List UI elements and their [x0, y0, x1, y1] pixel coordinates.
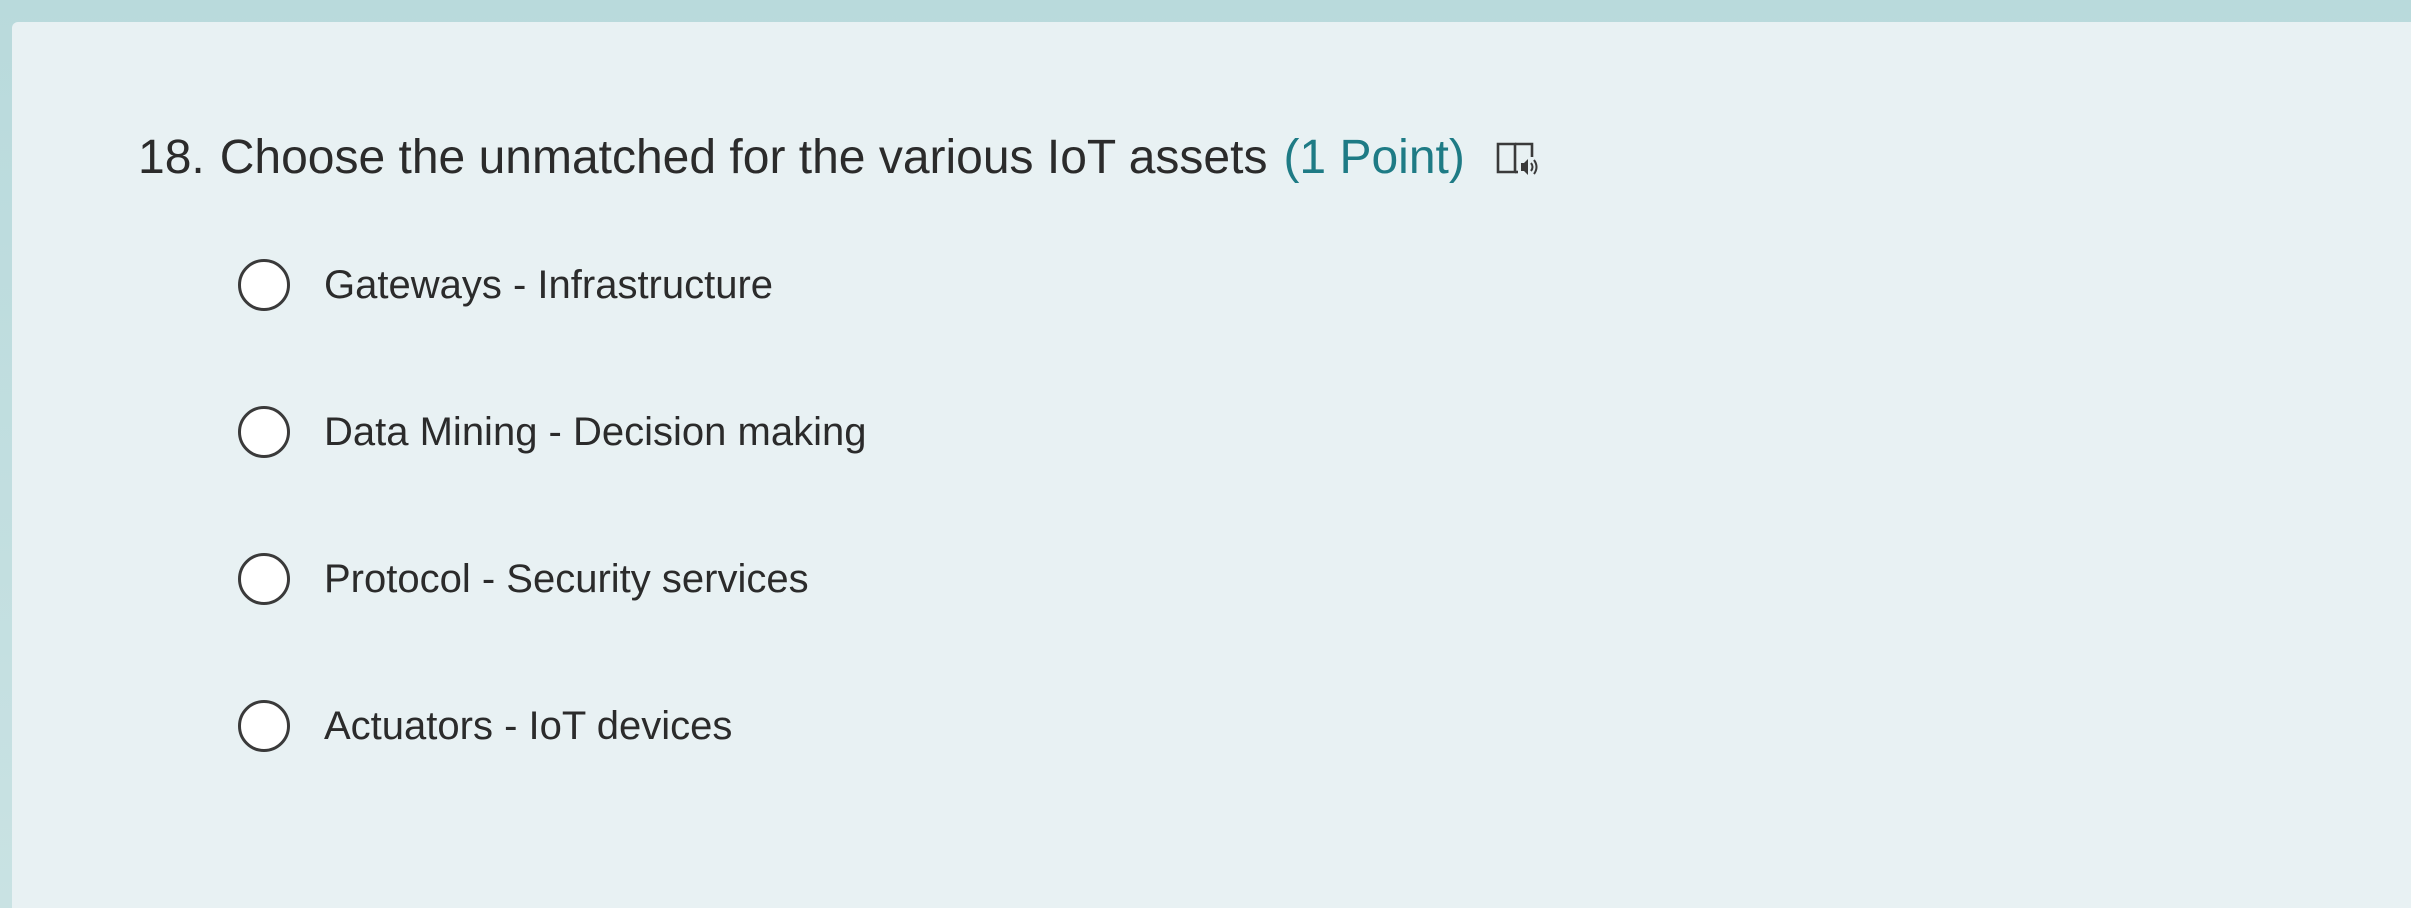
question-header: 18. Choose the unmatched for the various… [138, 130, 1545, 186]
immersive-reader-icon [1496, 142, 1538, 175]
question-card: 18. Choose the unmatched for the various… [12, 22, 2411, 908]
option-1[interactable]: Gateways - Infrastructure [238, 254, 866, 316]
option-3-label: Protocol - Security services [324, 556, 809, 601]
option-4[interactable]: Actuators - IoT devices [238, 695, 866, 757]
option-3[interactable]: Protocol - Security services [238, 548, 866, 610]
option-4-radio[interactable] [238, 700, 290, 752]
option-2[interactable]: Data Mining - Decision making [238, 401, 866, 463]
option-2-radio[interactable] [238, 406, 290, 458]
answer-options: Gateways - Infrastructure Data Mining - … [238, 254, 866, 842]
question-points: (1 Point) [1283, 131, 1465, 184]
immersive-reader-button[interactable] [1489, 130, 1545, 186]
option-2-label: Data Mining - Decision making [324, 409, 867, 454]
option-1-label: Gateways - Infrastructure [324, 262, 774, 307]
question-text: Choose the unmatched for the various IoT… [219, 131, 1268, 184]
option-3-radio[interactable] [238, 553, 290, 605]
option-4-label: Actuators - IoT devices [324, 703, 733, 748]
option-1-radio[interactable] [238, 259, 290, 311]
question-number: 18. [138, 131, 205, 184]
